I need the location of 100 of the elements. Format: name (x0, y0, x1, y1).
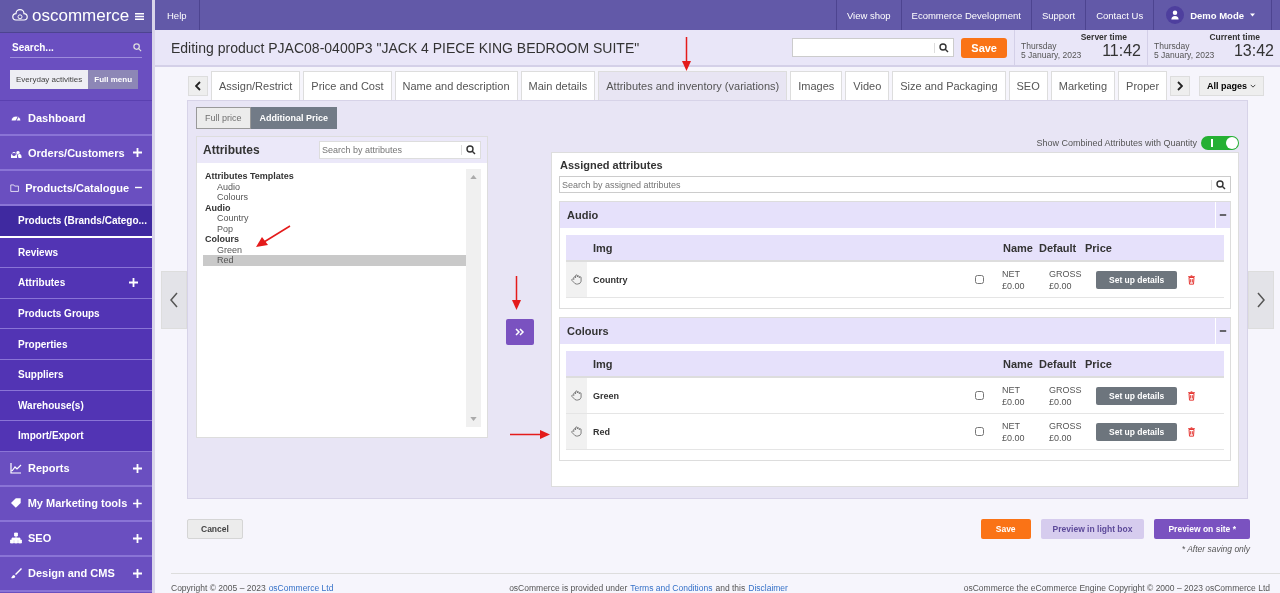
tab[interactable]: Marketing (1050, 71, 1116, 100)
brand-name: oscommerce (32, 6, 131, 26)
assigned-search-box[interactable]: Search by assigned attributes (559, 176, 1231, 193)
sidebar-subitem[interactable]: Reviews (0, 237, 152, 269)
attribute-name: Country (592, 274, 629, 285)
tag-icon (10, 497, 22, 510)
tree-group[interactable]: Audio (203, 202, 466, 213)
sidebar-item[interactable]: My Marketing tools (0, 486, 152, 522)
chevron-right-icon (1257, 291, 1265, 308)
scroll-left-button[interactable] (188, 75, 208, 96)
sidebar-item[interactable]: Design and CMS (0, 556, 152, 592)
price-mode-tab[interactable]: Full price (196, 107, 251, 129)
hand-icon (571, 426, 582, 437)
tab[interactable]: Images (790, 71, 843, 100)
sidebar-item[interactable]: SEO (0, 521, 152, 557)
checkbox[interactable] (975, 427, 984, 436)
tab[interactable]: Video (845, 71, 890, 100)
column-header: Default (1039, 241, 1078, 254)
sidebar-search-field[interactable]: Search... (10, 41, 133, 54)
column-header: Name (1002, 357, 1034, 370)
checkbox[interactable] (975, 391, 984, 400)
clock-label: Server time (1079, 32, 1128, 42)
caret-icon (1250, 83, 1256, 88)
annotation-arrow (256, 225, 291, 248)
drag-handle[interactable] (566, 262, 587, 297)
footer-link[interactable]: Disclaimer (748, 583, 788, 593)
tree-item[interactable]: Green (203, 244, 466, 255)
column-header: Name (1002, 241, 1034, 254)
clock-label: Current time (1208, 32, 1261, 42)
footer-text: osCommerce is provided under (509, 583, 628, 593)
search-field[interactable] (792, 38, 955, 57)
annotation-arrow (682, 37, 691, 71)
hand-icon (571, 390, 582, 401)
drag-handle[interactable] (566, 414, 587, 449)
clock-date: 5 January, 2023 (1154, 51, 1215, 61)
note-text: * After saving only (1181, 544, 1250, 554)
clock-date: 5 January, 2023 (1021, 51, 1082, 61)
attribute-name: Red (592, 426, 611, 437)
set-up-details-button[interactable]: Set up details (1096, 270, 1178, 289)
price-value: £0.00 (1049, 431, 1073, 444)
hand-icon (571, 274, 582, 285)
sidebar-subitem[interactable]: Suppliers (0, 359, 152, 391)
page-title: Editing product PJAC08-0400P3 "JACK 4 PIECE KING BEDROOM SUITE" (171, 39, 641, 56)
plus-icon (129, 278, 138, 288)
tree-item[interactable]: Audio (203, 181, 466, 192)
scrollbar[interactable] (466, 169, 481, 427)
column-header: Price (1085, 241, 1113, 254)
column-header: Price (1085, 357, 1113, 370)
price-mode-tab[interactable]: Additional Price (250, 107, 338, 129)
drag-handle[interactable] (566, 378, 587, 413)
attribute-search-box[interactable]: Search by attributes (319, 141, 481, 159)
tree-group[interactable]: Attributes Templates (203, 171, 466, 182)
sidebar-item[interactable]: Reports (0, 451, 152, 487)
set-up-details-button[interactable]: Set up details (1096, 386, 1178, 405)
toggle-switch[interactable] (1201, 136, 1239, 150)
tree-item[interactable]: Pop (203, 223, 466, 234)
trash-icon[interactable] (1187, 274, 1197, 285)
sidebar-subitem[interactable]: Attributes (0, 268, 152, 299)
sidebar-subitem[interactable]: Products (Brands/Catego... (0, 206, 152, 238)
tab[interactable]: Price and Cost (303, 71, 392, 100)
sidebar-subitem[interactable]: Import/Export (0, 421, 152, 452)
folder-icon (10, 181, 20, 194)
tab[interactable]: SEO (1008, 71, 1048, 100)
footer-link[interactable]: Terms and Conditions (630, 583, 713, 593)
tab[interactable]: Main details (520, 71, 596, 100)
chevron-right-icon (1177, 80, 1183, 91)
tree-group[interactable]: Colours (203, 234, 466, 245)
price-value: £0.00 (1049, 279, 1073, 292)
sidebar-subitem[interactable]: Warehouse(s) (0, 390, 152, 422)
tab[interactable]: Size and Packaging (892, 71, 1006, 100)
sidebar-item[interactable]: Orders/Customers (0, 136, 152, 171)
price-label: GROSS (1049, 267, 1083, 280)
sidebar-subitem[interactable]: Properties (0, 329, 152, 360)
tab[interactable]: Assign/Restrict (211, 71, 301, 100)
all-pages-dropdown[interactable]: All pages (1199, 75, 1264, 96)
set-up-details-button[interactable]: Set up details (1096, 422, 1178, 441)
sidebar-item[interactable]: Dashboard (0, 101, 152, 136)
scroll-down-icon (470, 417, 477, 421)
trash-icon[interactable] (1187, 426, 1197, 437)
assign-button[interactable] (505, 319, 534, 345)
price-value: £0.00 (1002, 395, 1026, 408)
caret-icon (1250, 13, 1255, 17)
cancel-button[interactable]: Cancel (187, 519, 243, 539)
sitemap-icon (10, 532, 22, 545)
price-label: NET (1002, 419, 1021, 432)
tab[interactable]: Proper (1118, 71, 1167, 100)
footer-text: Copyright © 2005 – 2023 (171, 583, 266, 593)
tree-item[interactable]: Red (203, 255, 466, 266)
scroll-right-button[interactable] (1170, 75, 1190, 96)
tab[interactable]: Name and description (394, 71, 518, 100)
checkbox[interactable] (975, 275, 984, 284)
preview-on-site-button[interactable]: Preview on site * (1154, 519, 1250, 539)
sidebar-subitem[interactable]: Products Groups (0, 298, 152, 330)
menu-mode-tab[interactable]: Everyday activities (10, 70, 89, 89)
tab[interactable]: Attributes and inventory (variations) (598, 71, 788, 100)
tree-item[interactable]: Country (203, 213, 466, 224)
trash-icon[interactable] (1187, 390, 1197, 401)
footer-link[interactable]: osCommerce Ltd (268, 583, 334, 593)
menu-icon[interactable] (135, 11, 144, 21)
tree-item[interactable]: Colours (203, 192, 466, 203)
